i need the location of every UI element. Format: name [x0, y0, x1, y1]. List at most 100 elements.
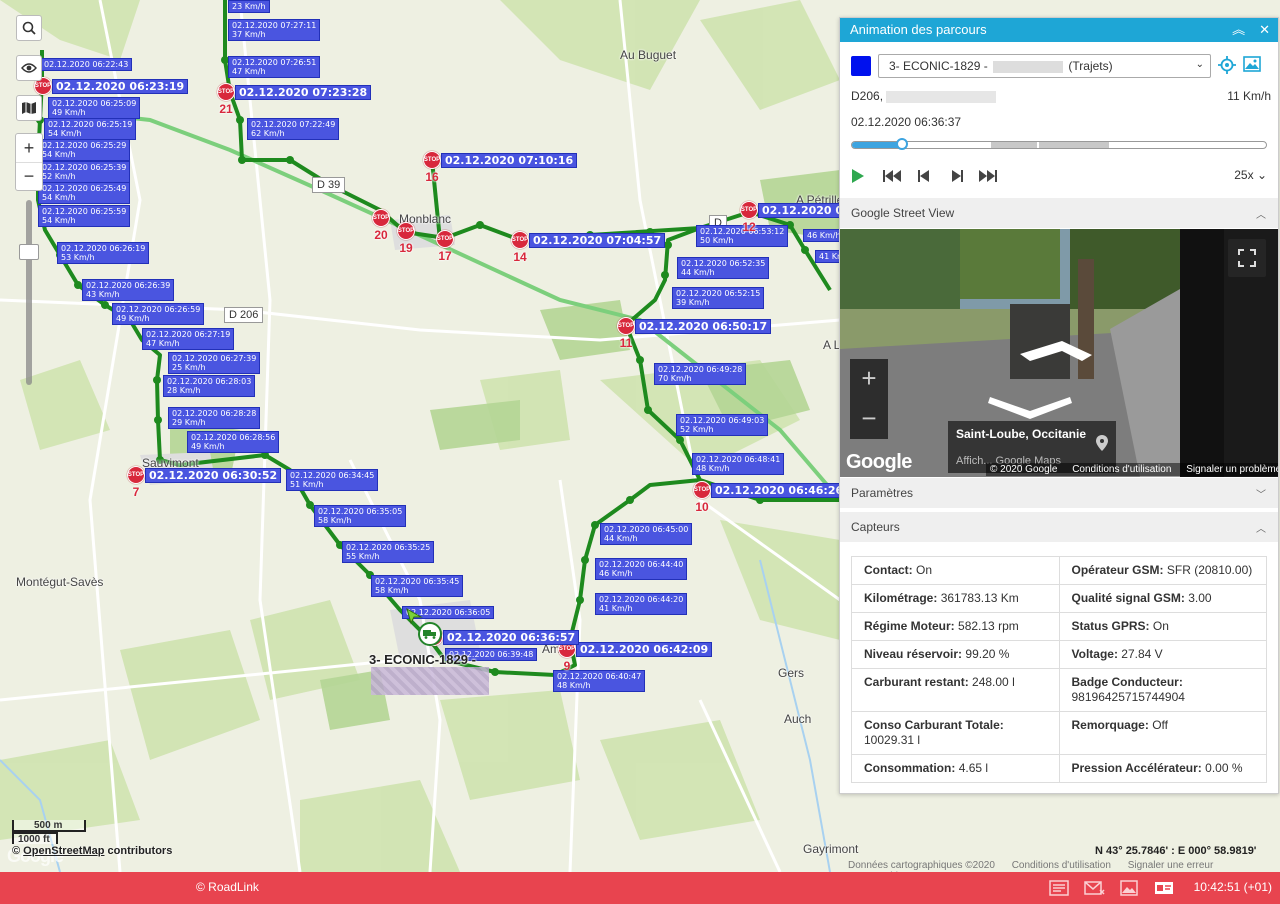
timeline-handle[interactable]: [896, 138, 908, 150]
zoom-out-button[interactable]: −: [16, 162, 42, 190]
track-point-label[interactable]: 02.12.2020 06:25:49 54 Km/h: [38, 182, 131, 204]
sensor-key: Opérateur GSM:: [1071, 563, 1164, 577]
zoom-controls: + −: [15, 133, 43, 191]
route-color-swatch[interactable]: [851, 56, 871, 76]
terms-link[interactable]: Conditions d'utilisation: [1012, 860, 1111, 871]
track-point-time: 02.12.2020 06:25:59: [42, 207, 127, 216]
track-point-label[interactable]: 02.12.2020 07:27:11 37 Km/h: [228, 19, 321, 41]
sensor-key: Voltage:: [1071, 647, 1118, 661]
sensor-value: 4.65 l: [958, 761, 989, 775]
truck-icon[interactable]: [418, 622, 442, 646]
sensors-section-header[interactable]: Capteurs ︿: [840, 512, 1278, 542]
skip-to-end-icon[interactable]: [979, 170, 997, 182]
zoom-slider[interactable]: [19, 200, 39, 385]
track-point-time: 02.12.2020 06:44:20: [599, 595, 684, 604]
stop-number: 12: [742, 220, 756, 234]
track-point-time: 02.12.2020 06:45:00: [604, 525, 689, 534]
track-point-label[interactable]: 02.12.2020 06:35:25 55 Km/h: [342, 541, 435, 563]
track-point-label[interactable]: 02.12.2020 06:25:19 54 Km/h: [44, 118, 137, 140]
params-section-header[interactable]: Paramètres ﹀: [840, 478, 1278, 508]
street-view-zoom-out[interactable]: −: [850, 399, 888, 439]
skip-to-start-icon[interactable]: [883, 170, 901, 182]
track-point-label[interactable]: 02.12.2020 06:22:43: [40, 58, 133, 71]
track-point-label[interactable]: 02.12.2020 06:25:59 54 Km/h: [38, 205, 131, 227]
track-point-label[interactable]: 02.12.2020 06:44:20 41 Km/h: [595, 593, 688, 615]
timeline-slider[interactable]: [851, 138, 1267, 150]
visibility-button[interactable]: [16, 55, 42, 81]
street-view-section-header[interactable]: Google Street View ︿: [840, 198, 1278, 228]
collapse-icon[interactable]: ︽: [1232, 22, 1245, 38]
track-point-label[interactable]: 02.12.2020 06:28:28 29 Km/h: [168, 407, 261, 429]
track-point-label[interactable]: 02.12.2020 06:26:59 49 Km/h: [112, 303, 205, 325]
track-point-label[interactable]: 02.12.2020 06:52:15 39 Km/h: [672, 287, 765, 309]
map-icon: [22, 102, 36, 114]
track-point-label[interactable]: 02.12.2020 06:44:40 46 Km/h: [595, 558, 688, 580]
track-point-label[interactable]: 02.12.2020 06:49:03 52 Km/h: [676, 414, 769, 436]
track-point-label[interactable]: 02.12.2020 06:45:00 44 Km/h: [600, 523, 693, 545]
track-point-label[interactable]: 23 Km/h: [228, 0, 270, 13]
coordinates-readout: N 43° 25.7846' : E 000° 58.9819': [1095, 845, 1257, 857]
track-point-time: 02.12.2020 06:40:47: [557, 672, 642, 681]
stop-number: 20: [374, 228, 388, 242]
stop-number: 10: [695, 500, 709, 514]
sensor-cell: Voltage: 27.84 V: [1058, 640, 1267, 669]
fullscreen-button[interactable]: [1228, 239, 1266, 277]
street-view-report-link[interactable]: Signaler un problème: [1186, 464, 1278, 475]
track-point-label[interactable]: 02.12.2020 06:28:56 49 Km/h: [187, 431, 280, 453]
track-point-label[interactable]: 02.12.2020 06:28:03 28 Km/h: [163, 375, 256, 397]
sensor-row: Conso Carburant Totale: 10029.31 l Remorq…: [851, 711, 1267, 755]
sensor-row: Carburant restant: 248.00 l Badge Conduct…: [851, 668, 1267, 712]
street-view-pane[interactable]: + − Saint-Loube, Occitanie Affich... Goo…: [840, 229, 1278, 477]
list-icon[interactable]: [1048, 880, 1070, 896]
track-point-label[interactable]: 02.12.2020 06:49:28 70 Km/h: [654, 363, 747, 385]
track-point-label[interactable]: 02.12.2020 06:25:09 49 Km/h: [48, 97, 141, 119]
track-point-speed: 48 Km/h: [557, 681, 591, 690]
play-icon[interactable]: [851, 168, 865, 184]
playback-speed-select[interactable]: 25x ⌄: [1234, 168, 1267, 182]
mail-icon[interactable]: [1083, 880, 1105, 896]
track-point-speed: 47 Km/h: [146, 339, 180, 348]
picture-icon[interactable]: [1243, 56, 1261, 72]
track-point-label[interactable]: 02.12.2020 06:27:19 47 Km/h: [142, 328, 235, 350]
step-back-icon[interactable]: [918, 170, 930, 182]
step-forward-icon[interactable]: [951, 170, 963, 182]
street-view-terms-link[interactable]: Conditions d'utilisation: [1072, 464, 1171, 475]
street-view-google-logo: Google: [846, 451, 912, 473]
track-point-speed: 48 Km/h: [696, 464, 730, 473]
track-point-label[interactable]: 02.12.2020 06:34:45 51 Km/h: [286, 469, 379, 491]
street-view-zoom-in[interactable]: +: [850, 359, 888, 399]
sensor-cell: Opérateur GSM: SFR (20810.00): [1058, 556, 1267, 585]
map-layers-button[interactable]: [16, 95, 42, 121]
stop-number: 19: [399, 241, 413, 255]
track-point-label[interactable]: 02.12.2020 06:48:41 48 Km/h: [692, 453, 785, 475]
osm-link[interactable]: OpenStreetMap: [23, 845, 104, 857]
sensor-value: 98196425715744904: [1071, 690, 1185, 704]
locate-icon[interactable]: [1218, 56, 1236, 74]
track-point-label[interactable]: 02.12.2020 06:35:05 58 Km/h: [314, 505, 407, 527]
track-point-label[interactable]: 02.12.2020 06:35:45 58 Km/h: [371, 575, 464, 597]
panel-header: Animation des parcours ︽ ✕: [840, 18, 1278, 42]
close-icon[interactable]: ✕: [1259, 22, 1270, 38]
track-point-label[interactable]: 02.12.2020 06:25:29 54 Km/h: [38, 139, 131, 161]
vehicle-select[interactable]: 3- ECONIC-1829 - (Trajets) ⌄: [878, 54, 1211, 78]
sensor-cell: Remorquage: Off: [1058, 711, 1267, 755]
track-point-label[interactable]: 02.12.2020 06:26:19 53 Km/h: [57, 242, 150, 264]
track-point-label[interactable]: 02.12.2020 06:25:39 52 Km/h: [38, 161, 131, 183]
zoom-in-button[interactable]: +: [16, 134, 42, 162]
street-view-zoom: + −: [850, 359, 888, 439]
track-point-label[interactable]: 02.12.2020 06:52:35 44 Km/h: [677, 257, 770, 279]
track-point-label[interactable]: 02.12.2020 07:26:51 47 Km/h: [228, 56, 321, 78]
sensor-cell: Consommation: 4.65 l: [851, 754, 1060, 783]
track-point-label[interactable]: 02.12.2020 06:40:47 48 Km/h: [553, 670, 646, 692]
id-card-icon[interactable]: [1153, 880, 1175, 896]
search-button[interactable]: [16, 15, 42, 41]
image-icon[interactable]: [1118, 880, 1140, 896]
track-point-label[interactable]: 02.12.2020 07:22:49 62 Km/h: [247, 118, 340, 140]
track-point-time: 02.12.2020 07:26:51: [232, 58, 317, 67]
zoom-slider-handle[interactable]: [19, 244, 39, 260]
track-point-label[interactable]: 02.12.2020 06:26:39 43 Km/h: [82, 279, 175, 301]
track-point-label[interactable]: 02.12.2020 06:27:39 25 Km/h: [168, 352, 261, 374]
street-view-copyright: © 2020 Google: [990, 464, 1058, 475]
chevron-down-icon: ⌄: [1195, 59, 1204, 70]
track-point-time: 02.12.2020 06:27:39: [172, 354, 257, 363]
